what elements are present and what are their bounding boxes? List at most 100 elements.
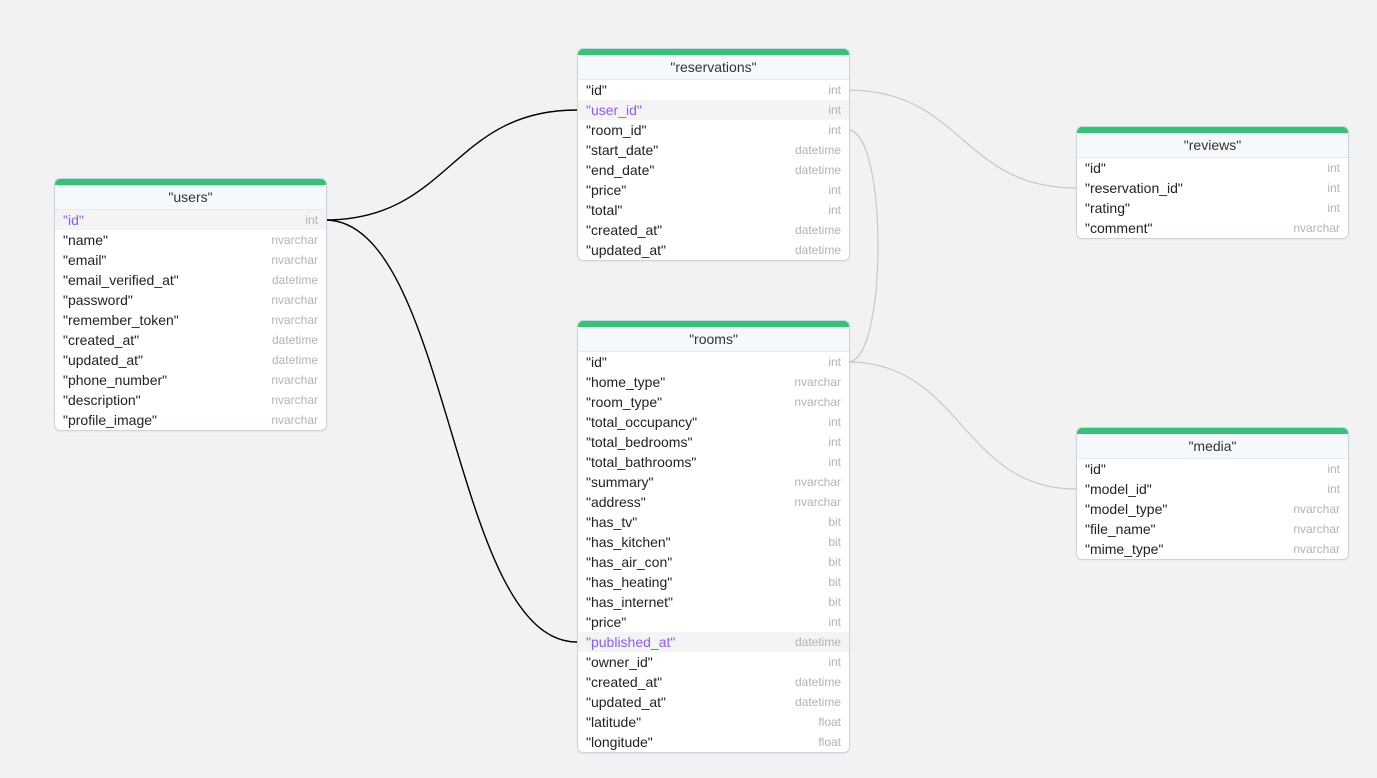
column-users-updated_at[interactable]: "updated_at" datetime [55, 350, 326, 370]
column-rooms-has_tv[interactable]: "has_tv"bit [578, 512, 849, 532]
column-users-password[interactable]: "password" nvarchar [55, 290, 326, 310]
column-reservations-created_at[interactable]: "created_at"datetime [578, 220, 849, 240]
column-users-id[interactable]: "id"int [55, 210, 326, 230]
column-users-remember_token[interactable]: "remember_token"nvarchar [55, 310, 326, 330]
entity-reviews[interactable]: "reviews""id"int"reservation_id"int"rati… [1076, 126, 1349, 239]
relationship-line [325, 110, 577, 220]
column-type: nvarchar [271, 293, 318, 307]
column-media-model_id[interactable]: "model_id"int [1077, 479, 1348, 499]
column-type: int [1327, 201, 1340, 215]
column-users-name[interactable]: "name"nvarchar [55, 230, 326, 250]
column-type: datetime [272, 353, 318, 367]
column-reservations-total[interactable]: "total"int [578, 200, 849, 220]
column-name: "mime_type" [1085, 541, 1163, 557]
column-rooms-address[interactable]: "address"nvarchar [578, 492, 849, 512]
column-rooms-owner_id[interactable]: "owner_id"int [578, 652, 849, 672]
column-reservations-end_date[interactable]: "end_date"datetime [578, 160, 849, 180]
column-media-id[interactable]: "id"int [1077, 459, 1348, 479]
diagram-canvas[interactable]: "users""id"int"name"nvarchar"email"nvarc… [0, 0, 1377, 778]
column-type: int [1327, 161, 1340, 175]
column-users-email[interactable]: "email"nvarchar [55, 250, 326, 270]
column-rooms-published_at[interactable]: "published_at"datetime [578, 632, 849, 652]
column-name: "created_at" [63, 332, 139, 348]
column-type: nvarchar [271, 413, 318, 427]
column-name: "home_type" [586, 374, 665, 390]
column-users-phone_number[interactable]: "phone_number"nvarchar [55, 370, 326, 390]
column-type: int [828, 123, 841, 137]
column-reviews-id[interactable]: "id"int [1077, 158, 1348, 178]
column-type: nvarchar [1293, 542, 1340, 556]
column-reservations-price[interactable]: "price"int [578, 180, 849, 200]
column-name: "published_at" [586, 634, 675, 650]
column-reservations-id[interactable]: "id"int [578, 80, 849, 100]
column-name: "price" [586, 182, 626, 198]
column-rooms-total_bedrooms[interactable]: "total_bedrooms"int [578, 432, 849, 452]
entity-reservations[interactable]: "reservations""id"int"user_id"int"room_i… [577, 48, 850, 261]
column-users-description[interactable]: "description"nvarchar [55, 390, 326, 410]
column-rooms-longitude[interactable]: "longitude"float [578, 732, 849, 752]
column-name: "user_id" [586, 102, 642, 118]
column-type: datetime [795, 223, 841, 237]
column-rooms-has_heating[interactable]: "has_heating"bit [578, 572, 849, 592]
column-type: bit [828, 555, 841, 569]
column-media-model_type[interactable]: "model_type"nvarchar [1077, 499, 1348, 519]
column-reservations-room_id[interactable]: "room_id"int [578, 120, 849, 140]
column-name: "id" [586, 354, 607, 370]
column-reservations-user_id[interactable]: "user_id"int [578, 100, 849, 120]
column-name: "start_date" [586, 142, 658, 158]
column-type: int [828, 655, 841, 669]
column-rooms-has_kitchen[interactable]: "has_kitchen" bit [578, 532, 849, 552]
column-name: "email" [63, 252, 106, 268]
column-rooms-price[interactable]: "price"int [578, 612, 849, 632]
entity-rooms[interactable]: "rooms""id"int"home_type"nvarchar"room_t… [577, 320, 850, 753]
column-type: datetime [272, 333, 318, 347]
column-type: datetime [795, 163, 841, 177]
column-name: "total_occupancy" [586, 414, 697, 430]
column-media-mime_type[interactable]: "mime_type" nvarchar [1077, 539, 1348, 559]
column-rooms-total_bathrooms[interactable]: "total_bathrooms"int [578, 452, 849, 472]
column-rooms-total_occupancy[interactable]: "total_occupancy"int [578, 412, 849, 432]
column-users-email_verified_at[interactable]: "email_verified_at"datetime [55, 270, 326, 290]
column-type: bit [828, 535, 841, 549]
column-name: "total" [586, 202, 622, 218]
column-name: "password" [63, 292, 133, 308]
column-rooms-latitude[interactable]: "latitude"float [578, 712, 849, 732]
column-name: "room_type" [586, 394, 662, 410]
entity-media[interactable]: "media""id"int"model_id"int"model_type"n… [1076, 427, 1349, 560]
column-users-created_at[interactable]: "created_at" datetime [55, 330, 326, 350]
column-reviews-comment[interactable]: "comment"nvarchar [1077, 218, 1348, 238]
column-name: "address" [586, 494, 646, 510]
column-type: nvarchar [794, 375, 841, 389]
column-name: "id" [586, 82, 607, 98]
column-users-profile_image[interactable]: "profile_image"nvarchar [55, 410, 326, 430]
column-name: "updated_at" [586, 694, 666, 710]
column-type: int [828, 615, 841, 629]
column-name: "reservation_id" [1085, 180, 1183, 196]
column-rooms-created_at[interactable]: "created_at"datetime [578, 672, 849, 692]
column-reviews-reservation_id[interactable]: "reservation_id"int [1077, 178, 1348, 198]
column-type: bit [828, 575, 841, 589]
column-reviews-rating[interactable]: "rating" int [1077, 198, 1348, 218]
column-rooms-updated_at[interactable]: "updated_at"datetime [578, 692, 849, 712]
column-type: datetime [795, 675, 841, 689]
column-type: bit [828, 595, 841, 609]
column-rooms-summary[interactable]: "summary"nvarchar [578, 472, 849, 492]
column-media-file_name[interactable]: "file_name"nvarchar [1077, 519, 1348, 539]
column-rooms-room_type[interactable]: "room_type" nvarchar [578, 392, 849, 412]
column-reservations-updated_at[interactable]: "updated_at"datetime [578, 240, 849, 260]
column-rooms-id[interactable]: "id" int [578, 352, 849, 372]
column-name: "updated_at" [63, 352, 143, 368]
column-name: "has_kitchen" [586, 534, 671, 550]
column-reservations-start_date[interactable]: "start_date" datetime [578, 140, 849, 160]
column-rooms-has_internet[interactable]: "has_internet"bit [578, 592, 849, 612]
column-type: nvarchar [794, 395, 841, 409]
column-type: int [828, 355, 841, 369]
relationship-line [848, 362, 1076, 489]
column-name: "rating" [1085, 200, 1130, 216]
column-type: datetime [795, 243, 841, 257]
column-type: datetime [795, 143, 841, 157]
column-rooms-home_type[interactable]: "home_type" nvarchar [578, 372, 849, 392]
column-rooms-has_air_con[interactable]: "has_air_con" bit [578, 552, 849, 572]
column-name: "has_air_con" [586, 554, 672, 570]
entity-users[interactable]: "users""id"int"name"nvarchar"email"nvarc… [54, 178, 327, 431]
